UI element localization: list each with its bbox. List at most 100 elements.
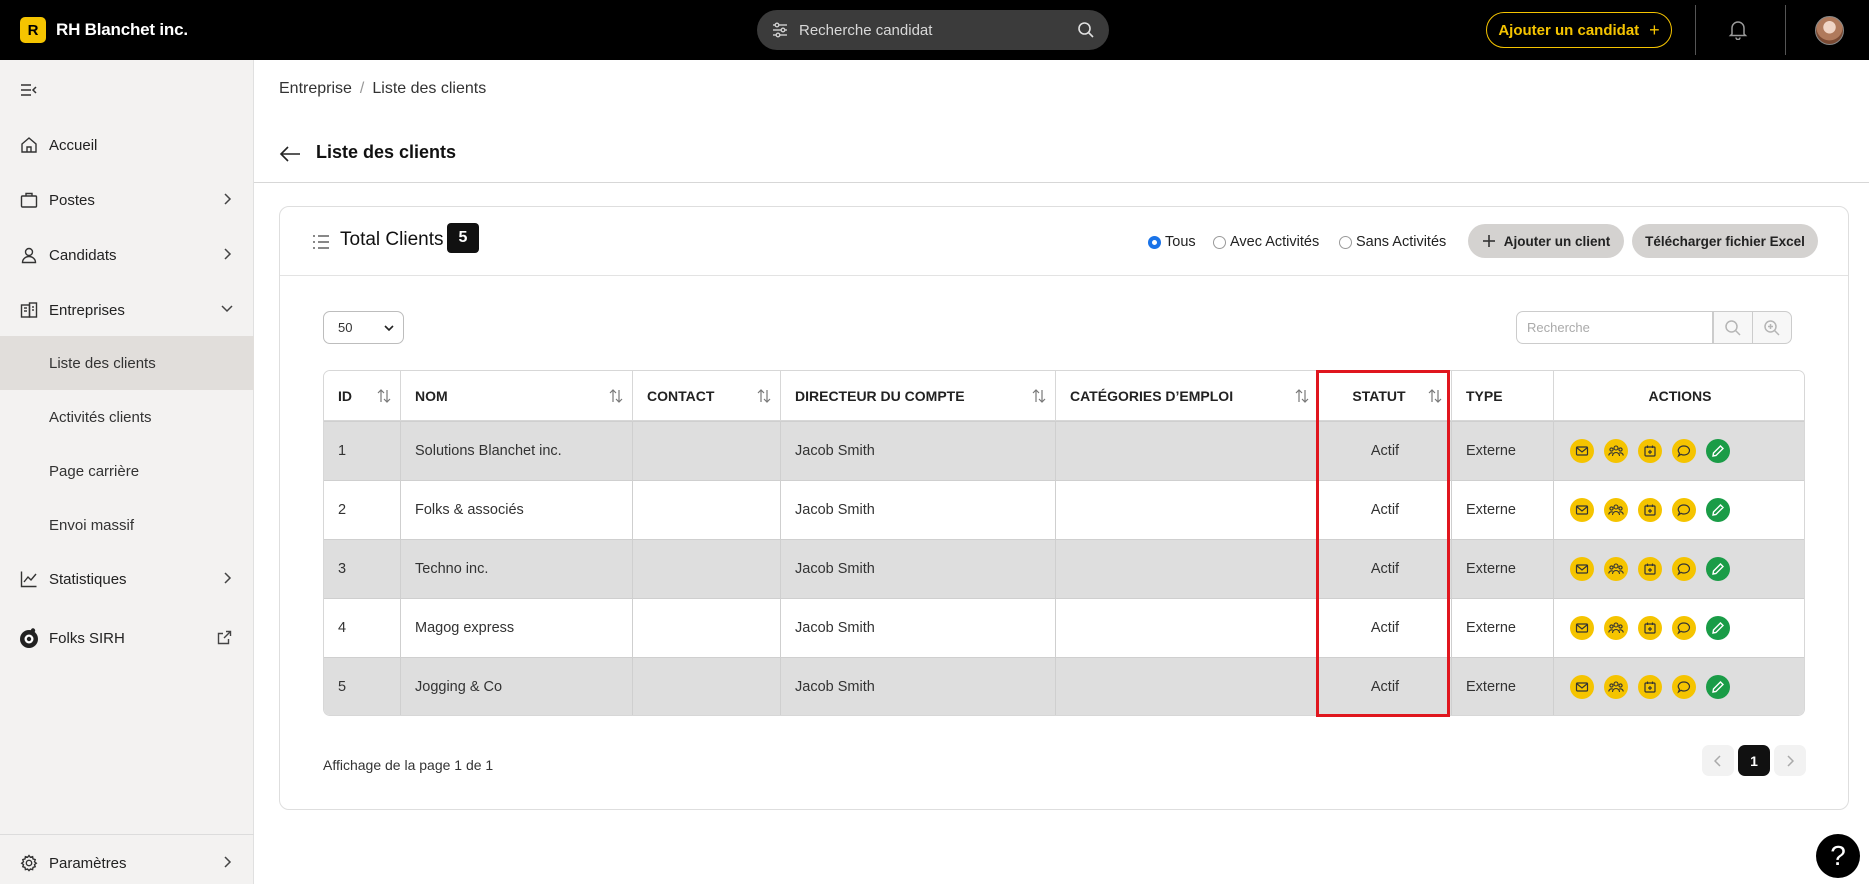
brand-logo: R [20, 17, 46, 43]
edit-icon[interactable] [1706, 616, 1730, 640]
brand[interactable]: R RH Blanchet inc. [20, 17, 188, 43]
page-1-button[interactable]: 1 [1738, 745, 1770, 776]
sidebar-item-label: Paramètres [49, 854, 127, 872]
mail-icon[interactable] [1570, 498, 1594, 522]
mail-icon[interactable] [1570, 439, 1594, 463]
breadcrumb: Entreprise / Liste des clients [279, 80, 486, 98]
sidebar: Accueil Postes Candidats Entreprises Lis… [0, 60, 254, 884]
download-excel-button[interactable]: Télécharger fichier Excel [1632, 224, 1818, 258]
team-icon[interactable] [1604, 498, 1628, 522]
table-row[interactable]: 3 Techno inc. Jacob Smith Actif Externe [324, 539, 1804, 598]
filter-sliders-icon[interactable] [771, 21, 789, 39]
cell-actions [1554, 481, 1804, 539]
table-row[interactable]: 2 Folks & associés Jacob Smith Actif Externe [324, 480, 1804, 539]
list-icon [312, 234, 330, 250]
search-button[interactable] [1713, 311, 1753, 344]
sidebar-item-postes[interactable]: Postes [0, 177, 254, 223]
table-search-input[interactable]: Recherche [1516, 311, 1713, 344]
mail-icon[interactable] [1570, 675, 1594, 699]
calendar-icon[interactable] [1638, 557, 1662, 581]
calendar-icon[interactable] [1638, 675, 1662, 699]
team-icon[interactable] [1604, 439, 1628, 463]
chevron-left-icon [1714, 754, 1722, 767]
edit-icon[interactable] [1706, 439, 1730, 463]
candidate-search[interactable]: Recherche candidat [757, 10, 1109, 50]
sidebar-item-folks-sirh[interactable]: Folks SIRH [0, 615, 254, 661]
cell-type: Externe [1452, 481, 1554, 539]
user-avatar[interactable] [1815, 16, 1844, 45]
cell-id: 2 [324, 481, 401, 539]
sidebar-subitem-clients-list[interactable]: Liste des clients [0, 336, 254, 390]
table-header: ID NOM CONTACT DIRECTEUR DU COMPTE CATÉG… [324, 371, 1804, 421]
edit-icon[interactable] [1706, 557, 1730, 581]
edit-icon[interactable] [1706, 498, 1730, 522]
calendar-icon[interactable] [1638, 439, 1662, 463]
chevron-down-icon [220, 304, 234, 314]
sidebar-item-accueil[interactable]: Accueil [0, 122, 254, 168]
comment-icon[interactable] [1672, 675, 1696, 699]
column-header-categories[interactable]: CATÉGORIES D’EMPLOI [1056, 371, 1319, 421]
sidebar-subitem-career-page[interactable]: Page carrière [0, 444, 254, 498]
sidebar-subitem-mass-mailing[interactable]: Envoi massif [0, 498, 254, 552]
sidebar-item-statistiques[interactable]: Statistiques [0, 556, 254, 602]
column-header-type: TYPE [1452, 371, 1554, 421]
table-row[interactable]: 5 Jogging & Co Jacob Smith Actif Externe [324, 657, 1804, 715]
status-column-highlight [1316, 370, 1450, 717]
sidebar-item-entreprises[interactable]: Entreprises [0, 287, 254, 333]
sidebar-item-parametres[interactable]: Paramètres [0, 840, 254, 886]
building-icon [20, 301, 38, 319]
plus-icon [1482, 234, 1496, 248]
cell-contact [633, 540, 781, 598]
calendar-icon[interactable] [1638, 498, 1662, 522]
column-header-nom[interactable]: NOM [401, 371, 633, 421]
collapse-menu-icon[interactable] [20, 82, 38, 98]
help-button[interactable]: ? [1816, 834, 1860, 878]
comment-icon[interactable] [1672, 557, 1696, 581]
calendar-icon[interactable] [1638, 616, 1662, 640]
team-icon[interactable] [1604, 616, 1628, 640]
comment-icon[interactable] [1672, 439, 1696, 463]
sort-icon [608, 388, 624, 404]
sort-icon [756, 388, 772, 404]
cell-actions [1554, 540, 1804, 598]
briefcase-icon [20, 191, 38, 209]
candidate-search-input[interactable]: Recherche candidat [799, 22, 1077, 39]
cell-type: Externe [1452, 599, 1554, 657]
gear-icon [20, 854, 38, 872]
column-header-directeur[interactable]: DIRECTEUR DU COMPTE [781, 371, 1056, 421]
folks-logo-icon [18, 627, 40, 649]
column-header-label: DIRECTEUR DU COMPTE [795, 388, 965, 404]
user-icon [20, 246, 38, 264]
previous-page-button[interactable] [1702, 745, 1734, 776]
comment-icon[interactable] [1672, 616, 1696, 640]
mail-icon[interactable] [1570, 616, 1594, 640]
column-header-actions: ACTIONS [1554, 371, 1804, 421]
per-page-select[interactable]: 50 [323, 311, 404, 344]
comment-icon[interactable] [1672, 498, 1696, 522]
team-icon[interactable] [1604, 675, 1628, 699]
table-row[interactable]: 1 Solutions Blanchet inc. Jacob Smith Actif… [324, 421, 1804, 480]
breadcrumb-separator: / [359, 80, 365, 97]
sidebar-subitem-client-activities[interactable]: Activités clients [0, 390, 254, 444]
add-candidate-button[interactable]: Ajouter un candidat + [1486, 12, 1672, 48]
cell-categories [1056, 658, 1319, 715]
add-client-button[interactable]: Ajouter un client [1468, 224, 1624, 258]
filter-without-activities-radio[interactable]: Sans Activités [1339, 234, 1446, 250]
column-header-contact[interactable]: CONTACT [633, 371, 781, 421]
next-page-button[interactable] [1774, 745, 1806, 776]
page-title: Liste des clients [316, 142, 457, 162]
mail-icon[interactable] [1570, 557, 1594, 581]
advanced-search-button[interactable] [1752, 311, 1792, 344]
notification-bell-icon[interactable] [1727, 18, 1749, 40]
column-header-id[interactable]: ID [324, 371, 401, 421]
filter-all-radio[interactable]: Tous [1148, 234, 1196, 250]
back-arrow-icon[interactable] [279, 144, 301, 164]
breadcrumb-current: Liste des clients [372, 80, 487, 97]
filter-with-activities-radio[interactable]: Avec Activités [1213, 234, 1319, 250]
table-row[interactable]: 4 Magog express Jacob Smith Actif Externe [324, 598, 1804, 657]
search-icon[interactable] [1077, 21, 1095, 39]
edit-icon[interactable] [1706, 675, 1730, 699]
breadcrumb-parent[interactable]: Entreprise [279, 80, 352, 98]
team-icon[interactable] [1604, 557, 1628, 581]
sidebar-item-candidats[interactable]: Candidats [0, 232, 254, 278]
